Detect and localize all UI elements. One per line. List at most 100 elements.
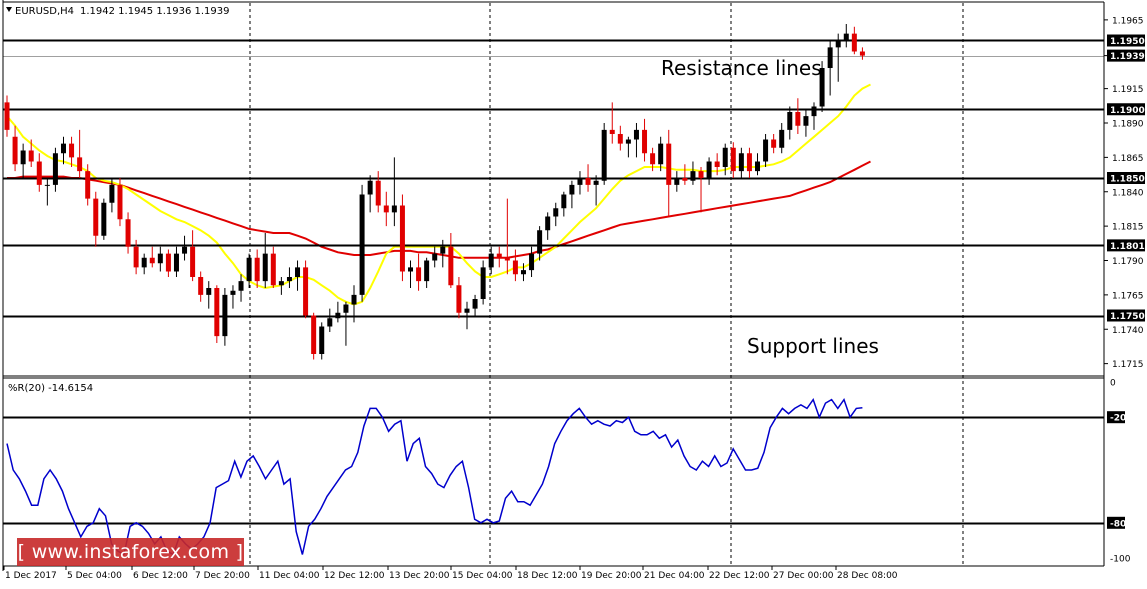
candle-body [206,288,212,295]
candlestick [399,194,405,282]
candle-body [182,246,188,254]
candle-body [650,153,656,165]
candle-body [803,116,809,126]
candle-body [859,51,865,56]
price-level-label: 1.1939 [1110,52,1145,62]
candle-body [577,178,583,185]
candle-body [383,205,389,213]
candle-body [779,129,785,148]
price-tick-label: 1.1790 [1112,257,1144,267]
candle-body [722,147,728,167]
candle-body [399,205,405,272]
candle-body [77,157,83,172]
candle-body [125,219,131,247]
time-tick-label: 1 Dec 2017 [5,571,57,581]
candle-body [246,257,252,282]
candle-body [141,257,147,268]
candle-body [286,277,292,282]
candle-body [464,308,470,313]
candle-body [133,246,139,268]
candle-body [44,184,50,186]
symbol-label: EURUSD,H4 [15,6,74,17]
candle-body [682,178,688,181]
candle-body [408,267,413,272]
candle-body [755,161,761,172]
candle-body [633,129,639,140]
time-tick-label: 7 Dec 20:00 [195,571,250,581]
candle-body [730,147,736,172]
candle-body [504,257,510,261]
candle-body [222,294,228,337]
candle-body [448,246,454,286]
candle-body [811,106,817,117]
candle-body [190,246,196,277]
candle-body [335,312,341,319]
time-tick-label: 28 Dec 08:00 [837,571,898,581]
candlestick [601,123,607,185]
candle-body [262,253,268,282]
candle-body [851,33,857,52]
candle-body [787,112,793,130]
candle-body [157,253,163,264]
price-tick-label: 1.1890 [1112,120,1144,130]
candle-body [109,184,115,203]
candle-body [149,257,155,264]
candle-body [746,153,752,172]
candle-body [238,281,244,291]
candle-body [625,139,631,144]
candle-body [278,281,284,286]
candle-body [327,318,333,327]
time-tick-label: 22 Dec 12:00 [709,571,770,581]
candle-body [391,205,397,213]
candle-body [488,253,494,268]
candle-body [440,246,446,254]
candle-body [496,253,502,258]
candle-body [52,153,58,185]
candle-body [60,143,66,154]
candle-body [698,171,704,178]
candle-body [771,139,777,148]
candle-body [609,129,615,134]
price-level-label: 1.1850 [1110,175,1145,185]
candle-body [432,253,438,261]
price-level-label: 1.1950 [1110,37,1145,47]
candlestick [359,184,365,302]
candle-body [795,112,801,126]
candle-body [295,267,301,277]
candle-body [569,184,575,195]
price-tick-label: 1.1715 [1112,360,1144,370]
candle-body [101,202,107,236]
candle-body [835,40,841,48]
candle-body [270,253,276,286]
candle-body [367,180,373,195]
wpr-tick-label: 0 [1110,379,1116,389]
candle-body [674,178,680,185]
time-tick-label: 27 Dec 00:00 [773,571,834,581]
candle-body [512,260,518,275]
price-tick-label: 1.1965 [1112,16,1144,26]
candle-body [553,208,559,217]
candle-body [601,129,607,181]
candle-body [593,180,599,185]
price-tick-label: 1.1815 [1112,223,1144,233]
wpr-tick-label: -80 [1110,519,1126,529]
price-level-label: 1.1900 [1110,106,1145,116]
price-tick-label: 1.1840 [1112,188,1144,198]
candle-body [4,102,10,130]
price-level-label: 1.1801 [1110,242,1145,252]
candlestick [117,178,123,227]
time-tick-label: 6 Dec 12:00 [133,571,188,581]
candlestick [214,285,220,343]
candle-body [69,143,75,158]
wpr-tick-label: -20 [1110,414,1126,424]
price-level-label: 1.1750 [1110,312,1145,322]
candle-body [12,136,18,165]
candle-body [117,184,123,220]
candlestick [101,198,107,240]
candle-body [198,277,204,295]
time-tick-label: 12 Dec 12:00 [324,571,385,581]
candle-body [706,161,712,178]
time-tick-label: 11 Dec 04:00 [259,571,320,581]
candle-body [480,267,486,299]
time-tick-label: 5 Dec 04:00 [67,571,122,581]
